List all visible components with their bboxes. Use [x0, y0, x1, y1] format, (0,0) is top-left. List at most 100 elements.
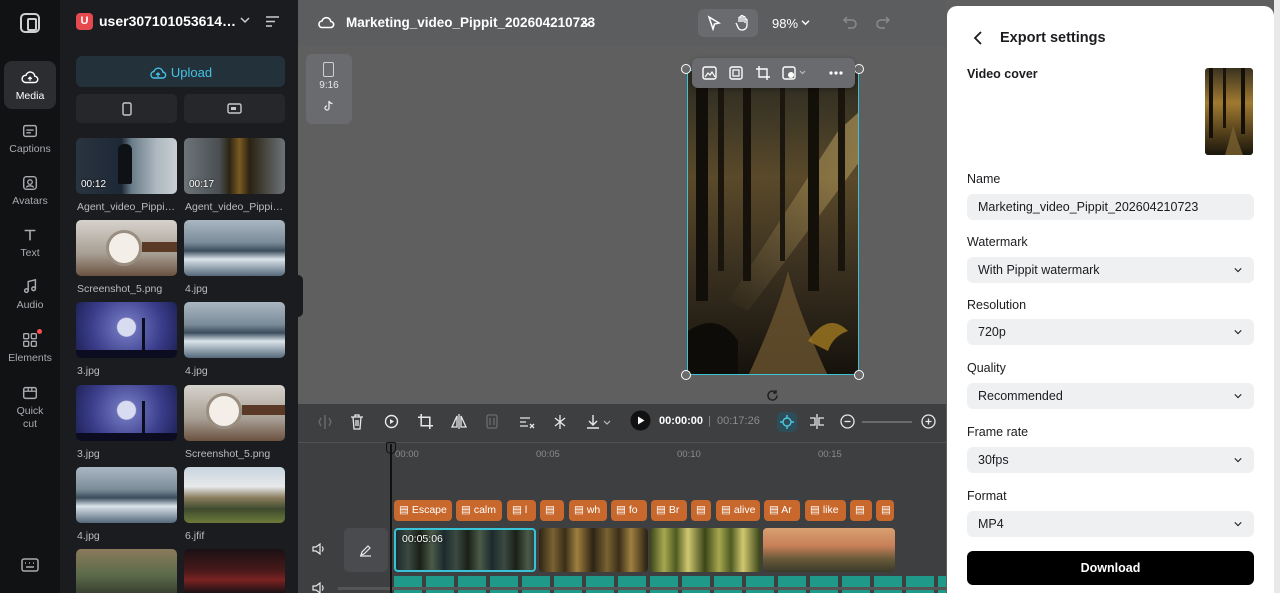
video-clip[interactable] [539, 528, 648, 572]
keyboard-icon[interactable] [21, 558, 39, 572]
pointer-icon[interactable] [706, 15, 722, 31]
timeline-scrollbar[interactable] [338, 587, 946, 590]
media-thumb[interactable] [76, 220, 177, 276]
resize-handle[interactable] [854, 64, 864, 74]
zoom-in-icon[interactable] [921, 414, 936, 429]
media-thumb[interactable]: 00:17 [184, 138, 285, 194]
video-preview[interactable] [687, 70, 859, 375]
framerate-select[interactable]: 30fps [967, 447, 1254, 473]
more-options-icon[interactable] [829, 71, 843, 75]
video-clip-selected[interactable]: 00:05:06 [394, 528, 536, 572]
resize-handle[interactable] [681, 370, 691, 380]
caption-chip[interactable]: ▤ calm [456, 500, 502, 521]
split-view-icon[interactable] [809, 414, 825, 429]
user-name[interactable]: user3071010536145… [99, 13, 239, 29]
mask-icon[interactable] [782, 66, 806, 80]
fit-icon[interactable] [729, 66, 743, 80]
flip-icon[interactable] [451, 414, 467, 429]
zoom-level[interactable]: 98% [772, 16, 798, 31]
delete-icon[interactable] [350, 414, 364, 430]
format-select[interactable]: MP4 [967, 511, 1254, 537]
media-thumb[interactable] [76, 385, 177, 441]
download-icon[interactable] [586, 414, 612, 430]
quality-select[interactable]: Recommended [967, 383, 1254, 409]
caption-chip[interactable]: ▤ wh [569, 500, 607, 521]
rail-item-captions[interactable]: Captions [4, 114, 56, 162]
volume-icon[interactable] [312, 543, 326, 555]
rotate-handle-icon[interactable] [766, 389, 779, 402]
media-thumb[interactable] [76, 549, 177, 593]
caption-chip[interactable]: ▤ [540, 500, 564, 521]
music-note-icon [21, 278, 39, 296]
user-avatar[interactable]: U [76, 13, 93, 30]
portrait-filter-button[interactable] [76, 94, 177, 123]
caption-chip[interactable]: ▤ Ar [764, 500, 800, 521]
caption-chip[interactable]: ▤ [691, 500, 711, 521]
upload-button[interactable]: Upload [76, 56, 285, 87]
back-arrow-icon[interactable] [973, 31, 983, 45]
hand-tool-icon[interactable] [735, 14, 751, 31]
media-thumb[interactable] [184, 467, 285, 523]
undo-icon[interactable] [843, 16, 857, 29]
video-clip[interactable] [763, 528, 895, 572]
freeze-icon[interactable] [485, 414, 499, 429]
replace-image-icon[interactable] [702, 66, 717, 80]
rail-item-quick-cut[interactable]: Quick cut [4, 376, 56, 432]
crop-icon[interactable] [756, 66, 770, 80]
name-input[interactable]: Marketing_video_Pippit_202604210723 [967, 194, 1254, 220]
crop-icon[interactable] [418, 414, 433, 429]
aspect-ratio-button[interactable]: 9:16 [306, 54, 352, 124]
caption-chip[interactable]: ▤ alive [716, 500, 760, 521]
media-thumb[interactable] [184, 220, 285, 276]
caption-chip[interactable]: ▤ Escape [394, 500, 452, 521]
watermark-select[interactable]: With Pippit watermark [967, 257, 1254, 283]
rail-item-elements[interactable]: Elements [4, 323, 56, 371]
split-icon[interactable] [318, 414, 332, 430]
caption-chip[interactable]: ▤ like [805, 500, 846, 521]
chevron-down-icon[interactable] [801, 19, 810, 26]
redo-icon[interactable] [876, 16, 890, 29]
media-thumb[interactable] [76, 467, 177, 523]
caption-chip[interactable]: ▤ fo [611, 500, 647, 521]
caption-chip[interactable]: ▤ [850, 500, 872, 521]
duration-badge: 00:17 [189, 179, 215, 190]
trim-icon[interactable] [553, 414, 567, 430]
video-clip[interactable] [650, 528, 761, 572]
app-logo-icon[interactable] [20, 13, 40, 33]
caption-chip[interactable]: ▤ [876, 500, 894, 521]
project-name[interactable]: Marketing_video_Pippit_202604210723 [346, 15, 595, 30]
media-thumb[interactable] [184, 549, 285, 593]
media-thumb[interactable] [76, 302, 177, 358]
resize-handle[interactable] [854, 370, 864, 380]
rail-item-avatars[interactable]: Avatars [4, 166, 56, 214]
rail-item-audio[interactable]: Audio [4, 270, 56, 318]
volume-icon[interactable] [312, 582, 326, 593]
audio-track[interactable] [394, 576, 946, 593]
zoom-out-icon[interactable] [840, 414, 855, 429]
video-cover-thumbnail[interactable] [1205, 68, 1253, 155]
download-button[interactable]: Download [967, 551, 1254, 585]
resize-handle[interactable] [681, 64, 691, 74]
caption-chip[interactable]: ▤ l [507, 500, 536, 521]
cloud-sync-icon[interactable] [317, 15, 335, 29]
media-thumb[interactable] [184, 302, 285, 358]
rail-item-text[interactable]: Text [4, 218, 56, 266]
cover-edit-button[interactable] [344, 528, 388, 572]
panel-collapse-handle[interactable] [294, 275, 303, 317]
media-thumb[interactable]: 00:12 [76, 138, 177, 194]
media-label: 4.jpg [185, 365, 208, 377]
rail-item-media[interactable]: Media [4, 61, 56, 109]
snap-toggle[interactable] [777, 412, 797, 432]
chevron-down-icon[interactable] [582, 19, 592, 27]
speed-icon[interactable] [519, 414, 535, 429]
resolution-select[interactable]: 720p [967, 319, 1254, 345]
loop-icon[interactable] [384, 414, 399, 429]
sort-list-icon[interactable] [265, 15, 280, 28]
landscape-filter-button[interactable] [184, 94, 285, 123]
caption-chip[interactable]: ▤ Br [651, 500, 687, 521]
zoom-slider[interactable] [862, 421, 912, 423]
playhead[interactable] [390, 444, 392, 593]
media-thumb[interactable] [184, 385, 285, 441]
chevron-down-icon[interactable] [240, 16, 250, 24]
play-button[interactable] [630, 410, 651, 431]
